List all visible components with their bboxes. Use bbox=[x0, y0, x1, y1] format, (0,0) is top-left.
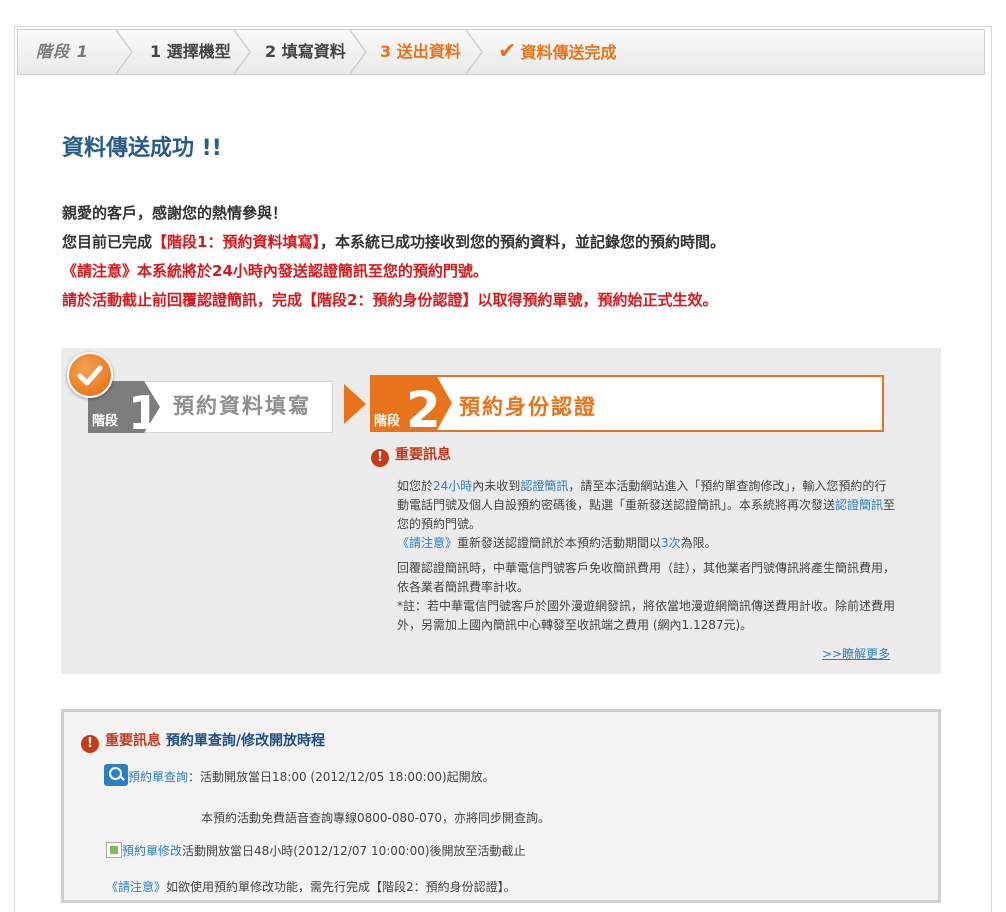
note-row: 《請注意》如欲使用預約單修改功能，需先行完成【階段2：預約身份認證】。 bbox=[106, 878, 516, 895]
query-link[interactable]: 預約單查詢 bbox=[128, 770, 188, 784]
text-span: 重新發送認證簡訊於本預約活動期間以 bbox=[457, 536, 662, 550]
schedule-heading-red: 重要訊息 bbox=[105, 733, 161, 749]
intro-line-1: 親愛的客戶，感謝您的熱情參與！ bbox=[62, 204, 288, 222]
schedule-box: ! 重要訊息 預約單查詢/修改開放時程 預約單查詢：活動開放當日18:00 (20… bbox=[61, 709, 941, 903]
schedule-heading: ! 重要訊息 預約單查詢/修改開放時程 bbox=[81, 730, 325, 753]
important-para-1: 如您於24小時內未收到認證簡訊，請至本活動網站進入「預約單查詢修改」，輸入您預約… bbox=[397, 477, 897, 553]
notice-label: 《請注意》 bbox=[397, 536, 458, 550]
intro-text: 親愛的客戶，感謝您的熱情參與！ 您目前已完成【階段1：預約資料填寫】，本系統已成… bbox=[62, 199, 725, 315]
text-span: 內未收到 bbox=[472, 479, 521, 493]
learn-more-link[interactable]: >>瞭解更多 bbox=[822, 645, 890, 662]
stage2-label: 預約身份認證 bbox=[459, 395, 597, 419]
stage1-tag-text: 階段 bbox=[92, 413, 118, 429]
highlight-sms: 認證簡訊 bbox=[835, 498, 884, 512]
highlight-sms: 認證簡訊 bbox=[520, 479, 569, 493]
text-span: 為限。 bbox=[680, 536, 717, 550]
stage-label: 階段 1 bbox=[36, 42, 89, 61]
highlight-3-times: 3次 bbox=[661, 536, 681, 550]
important-heading: ! 重要訊息 bbox=[371, 444, 451, 467]
stage2-tag: 階段 2 bbox=[370, 375, 452, 432]
search-icon[interactable] bbox=[104, 764, 128, 786]
checkmark-icon: ✔ bbox=[498, 39, 517, 64]
chevron-right-icon bbox=[348, 30, 368, 74]
intro-line-4: 請於活動截止前回覆認證簡訊，完成【階段2：預約身份認證】以取得預約單號，預約始正… bbox=[62, 291, 718, 309]
query-text: ：活動開放當日18:00 (2012/12/05 18:00:00)起開放。 bbox=[188, 770, 495, 784]
intro-line-2c: ，本系統已成功接收到您的預約資料，並記錄您的預約時間。 bbox=[319, 233, 725, 251]
stage1-tag-num: 1 bbox=[128, 386, 160, 433]
step-progress-bar: 階段 1 1 選擇機型 2 填寫資料 3 送出資料 ✔ 資料傳送完成 bbox=[17, 29, 985, 75]
success-title: 資料傳送成功 !! bbox=[62, 136, 222, 161]
arrow-right-icon bbox=[344, 384, 366, 424]
stage2-tag-text: 階段 bbox=[374, 413, 400, 429]
important-title: 重要訊息 bbox=[395, 447, 451, 463]
intro-line-2: 您目前已完成【階段1：預約資料填寫】，本系統已成功接收到您的預約資料，並記錄您的… bbox=[62, 228, 725, 257]
modify-link[interactable]: 預約單修改 bbox=[122, 844, 182, 858]
stage1-label: 預約資料填寫 bbox=[173, 394, 311, 418]
check-circle-icon bbox=[67, 352, 113, 398]
stage2-tag-num: 2 bbox=[406, 381, 441, 432]
query-row: 預約單查詢：活動開放當日18:00 (2012/12/05 18:00:00)起… bbox=[104, 764, 495, 786]
step-fill-data: 2 填寫資料 bbox=[265, 42, 346, 61]
intro-line-2b: 【階段1：預約資料填寫】 bbox=[152, 233, 320, 251]
stage-panel: 階段 1 預約資料填寫 階段 2 預約身份認證 ! 重要訊息 如您於24小時內未收… bbox=[61, 348, 941, 674]
broken-image-icon bbox=[106, 842, 122, 858]
intro-line-2a: 您目前已完成 bbox=[62, 233, 153, 251]
step-submit-data: 3 送出資料 bbox=[380, 42, 461, 61]
chevron-right-icon bbox=[114, 30, 134, 74]
text-span: 回覆認證簡訊時，中華電信門號客戶免收簡訊費用（註），其他業者門號傳訊將產生簡訊費… bbox=[397, 561, 896, 594]
step-complete: ✔ 資料傳送完成 bbox=[498, 30, 616, 74]
important-para-2: 回覆認證簡訊時，中華電信門號客戶免收簡訊費用（註），其他業者門號傳訊將產生簡訊費… bbox=[397, 559, 897, 635]
highlight-24h: 24小時 bbox=[433, 479, 473, 493]
modify-row: 預約單修改活動開放當日48小時(2012/12/07 10:00:00)後開放至… bbox=[106, 842, 526, 859]
chevron-right-icon bbox=[464, 30, 484, 74]
intro-line-3: 《請注意》本系統將於24小時內發送認證簡訊至您的預約門號。 bbox=[62, 262, 488, 280]
step-choose-model: 1 選擇機型 bbox=[150, 42, 231, 61]
chevron-right-icon bbox=[232, 30, 252, 74]
step-complete-label: 資料傳送完成 bbox=[520, 43, 617, 62]
modify-text: 活動開放當日48小時(2012/12/07 10:00:00)後開放至活動截止 bbox=[182, 844, 526, 858]
note-label: 《請注意》 bbox=[106, 880, 167, 894]
text-span: *註：若中華電信門號客戶於國外漫遊網發訊，將依當地漫遊網簡訊傳送費用計收。除前述… bbox=[397, 599, 896, 632]
note-text: 如欲使用預約單修改功能，需先行完成【階段2：預約身份認證】。 bbox=[166, 880, 516, 894]
exclamation-icon: ! bbox=[371, 449, 389, 467]
exclamation-icon: ! bbox=[81, 735, 99, 753]
text-span: 如您於 bbox=[397, 479, 434, 493]
important-body: 如您於24小時內未收到認證簡訊，請至本活動網站進入「預約單查詢修改」，輸入您預約… bbox=[397, 477, 897, 641]
hotline-row: 本預約活動免費語音查詢專線0800-080-070，亦將同步開查詢。 bbox=[201, 811, 551, 825]
schedule-heading-blue: 預約單查詢/修改開放時程 bbox=[165, 733, 325, 749]
